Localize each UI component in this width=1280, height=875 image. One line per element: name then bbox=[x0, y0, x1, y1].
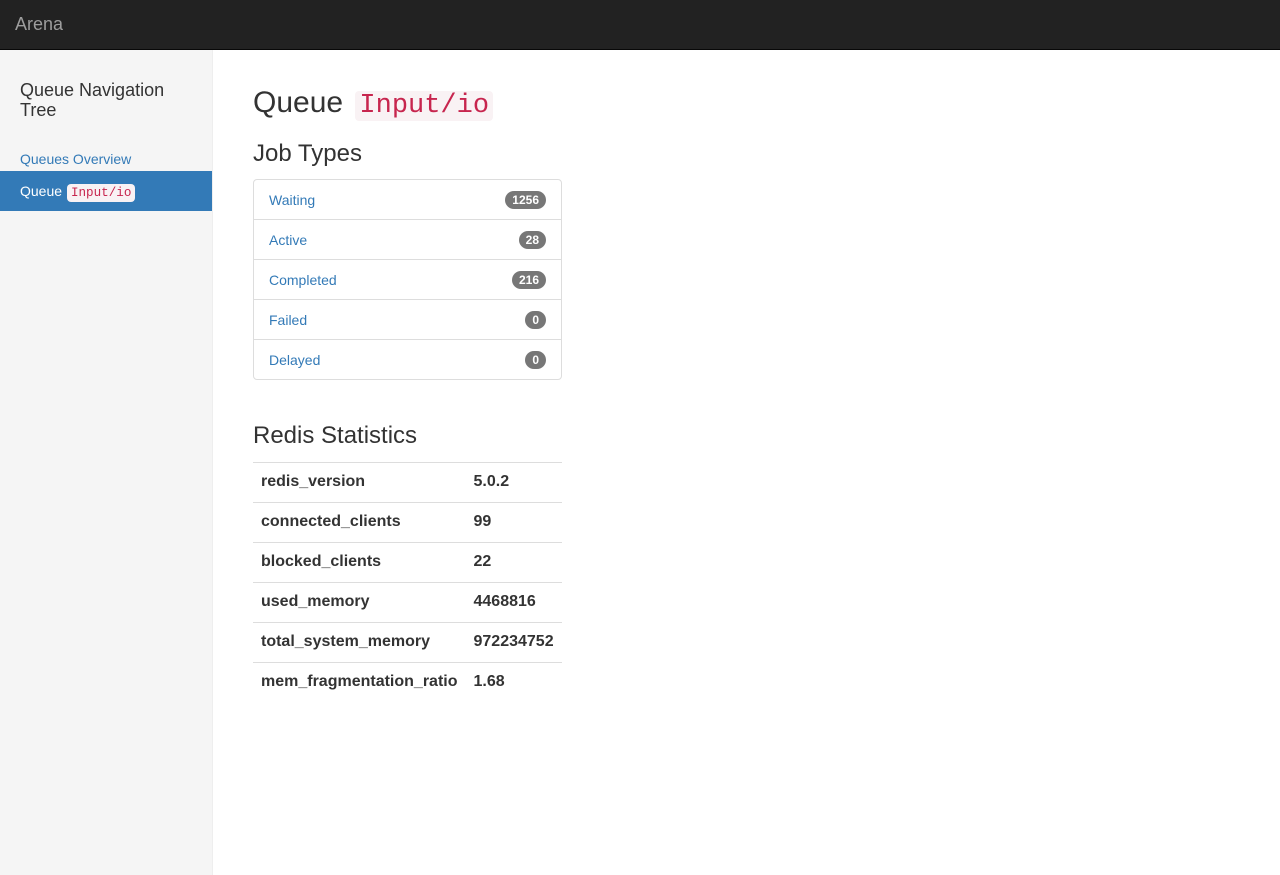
stat-key: total_system_memory bbox=[253, 622, 466, 663]
job-type-link-active[interactable]: Active bbox=[269, 232, 307, 248]
job-types-heading: Job Types bbox=[253, 140, 362, 167]
stat-value: 22 bbox=[465, 542, 562, 583]
redis-statistics-table: redis_version 5.0.2 connected_clients 99… bbox=[253, 462, 562, 703]
sidebar-item-label: Queue bbox=[20, 183, 63, 199]
table-row: mem_fragmentation_ratio 1.68 bbox=[253, 662, 562, 703]
stat-value: 99 bbox=[465, 502, 562, 543]
stat-value: 5.0.2 bbox=[465, 462, 562, 503]
sidebar-item-queue-input-io[interactable]: Queue Input/io bbox=[0, 171, 212, 211]
job-count-badge: 0 bbox=[525, 351, 546, 369]
page-title: Queue Input/io bbox=[253, 85, 494, 124]
job-type-link-failed[interactable]: Failed bbox=[269, 312, 307, 328]
table-row: blocked_clients 22 bbox=[253, 542, 562, 583]
job-type-item-waiting: Waiting 1256 bbox=[253, 179, 562, 220]
job-type-item-delayed: Delayed 0 bbox=[253, 339, 562, 380]
top-navbar: Arena bbox=[0, 0, 1280, 50]
stat-key: used_memory bbox=[253, 582, 466, 623]
job-type-item-completed: Completed 216 bbox=[253, 259, 562, 300]
stat-key: connected_clients bbox=[253, 502, 466, 543]
page-title-prefix: Queue bbox=[253, 86, 344, 119]
sidebar-title: Queue Navigation Tree bbox=[20, 80, 165, 120]
stat-key: mem_fragmentation_ratio bbox=[253, 662, 466, 703]
job-type-link-completed[interactable]: Completed bbox=[269, 272, 337, 288]
stat-value: 1.68 bbox=[465, 662, 562, 703]
job-type-item-active: Active 28 bbox=[253, 219, 562, 260]
page-title-queue-code: Input/io bbox=[355, 91, 494, 121]
stat-key: blocked_clients bbox=[253, 542, 466, 583]
job-type-link-delayed[interactable]: Delayed bbox=[269, 352, 320, 368]
sidebar-item-queue-code: Input/io bbox=[66, 184, 136, 202]
job-count-badge: 1256 bbox=[505, 191, 546, 209]
stat-value: 972234752 bbox=[465, 622, 562, 663]
table-row: connected_clients 99 bbox=[253, 502, 562, 543]
sidebar: Queue Navigation Tree Queues Overview Qu… bbox=[0, 50, 213, 875]
stat-key: redis_version bbox=[253, 462, 466, 503]
table-row: redis_version 5.0.2 bbox=[253, 462, 562, 503]
job-count-badge: 216 bbox=[511, 271, 546, 289]
stat-value: 4468816 bbox=[465, 582, 562, 623]
main-content: Queue Input/io Job Types Waiting 1256 Ac… bbox=[213, 50, 1280, 875]
job-type-item-failed: Failed 0 bbox=[253, 299, 562, 340]
job-count-badge: 28 bbox=[518, 231, 546, 249]
job-count-badge: 0 bbox=[525, 311, 546, 329]
job-types-list: Waiting 1256 Active 28 Completed 216 Fai… bbox=[253, 179, 562, 380]
table-row: used_memory 4468816 bbox=[253, 582, 562, 623]
redis-statistics-heading: Redis Statistics bbox=[253, 422, 418, 449]
brand-link[interactable]: Arena bbox=[15, 14, 63, 34]
job-type-link-waiting[interactable]: Waiting bbox=[269, 192, 315, 208]
table-row: total_system_memory 972234752 bbox=[253, 622, 562, 663]
